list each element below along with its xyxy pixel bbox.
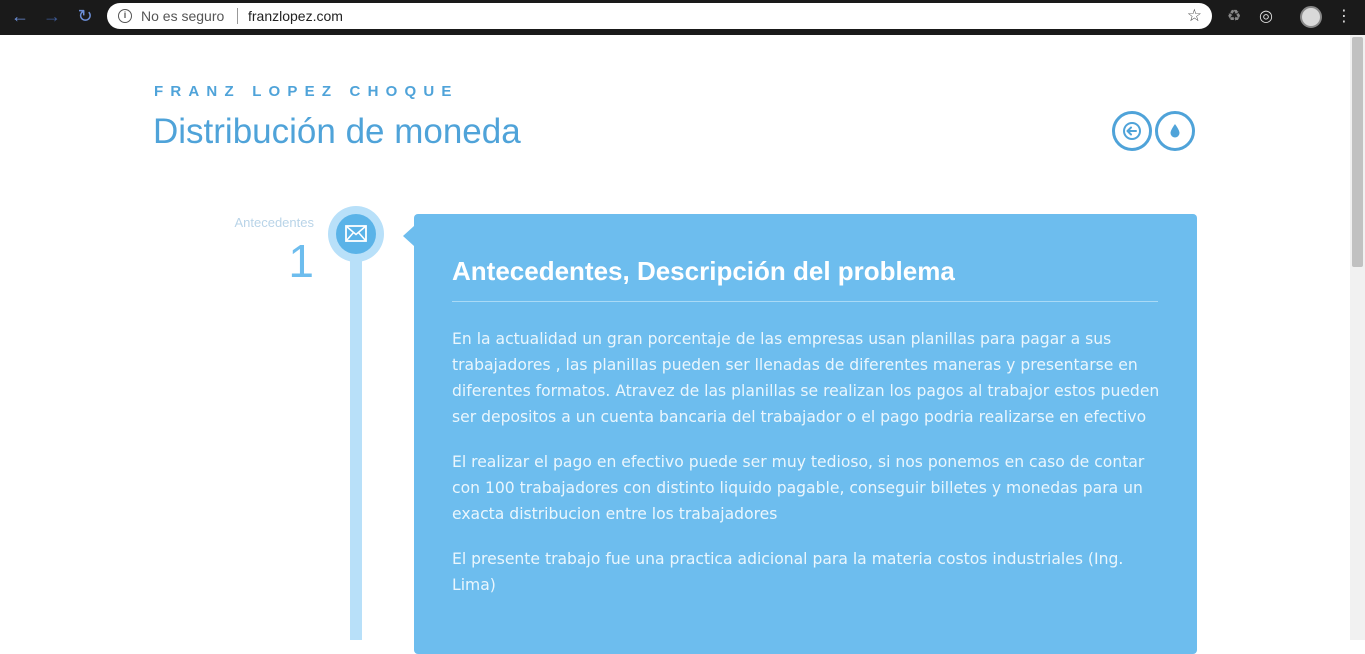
info-icon[interactable]: i <box>118 9 132 23</box>
browser-back-button[interactable]: ← <box>8 5 32 27</box>
address-divider <box>237 8 238 24</box>
card-pointer <box>403 226 414 246</box>
paragraph-1: En la actualidad un gran porcentaje de l… <box>452 330 1160 426</box>
url-text[interactable]: franzlopez.com <box>248 8 343 24</box>
security-label: No es seguro <box>141 8 225 24</box>
paragraph-2: El realizar el pago en efectivo puede se… <box>452 453 1145 523</box>
target-extension-icon[interactable]: ◎ <box>1256 7 1276 27</box>
recycle-extension-icon[interactable]: ♻ <box>1224 7 1244 27</box>
theme-toggle-button[interactable] <box>1155 111 1195 151</box>
timeline-node-inner <box>336 214 376 254</box>
browser-forward-button[interactable]: → <box>40 5 64 27</box>
timeline-step-label: Antecedentes <box>234 215 314 230</box>
profile-avatar[interactable] <box>1300 6 1322 28</box>
author-name: FRANZ LOPEZ CHOQUE <box>154 83 459 100</box>
browser-reload-button[interactable]: ↻ <box>73 5 97 27</box>
browser-toolbar: ← → ↻ i No es seguro franzlopez.com ☆ ♻ … <box>0 0 1365 35</box>
water-drop-icon <box>1170 124 1180 138</box>
browser-menu-icon[interactable]: ⋮ <box>1336 6 1352 28</box>
card-title: Antecedentes, Descripción del problema <box>452 256 955 286</box>
paragraph-3: El presente trabajo fue una practica adi… <box>452 550 1124 594</box>
card-divider <box>452 301 1158 302</box>
scrollbar-thumb[interactable] <box>1352 37 1363 267</box>
envelope-icon <box>345 225 367 242</box>
bookmark-star-icon[interactable]: ☆ <box>1187 6 1202 26</box>
card-body: En la actualidad un gran porcentaje de l… <box>452 326 1164 617</box>
back-button[interactable] <box>1112 111 1152 151</box>
address-bar[interactable]: i No es seguro franzlopez.com ☆ <box>107 3 1212 29</box>
arrow-left-icon <box>1123 122 1141 140</box>
timeline-line <box>350 255 362 640</box>
content-card: Antecedentes, Descripción del problema E… <box>414 214 1197 654</box>
timeline-node <box>328 206 384 262</box>
timeline-step-number: 1 <box>288 235 314 287</box>
page-title: Distribución de moneda <box>153 112 521 151</box>
